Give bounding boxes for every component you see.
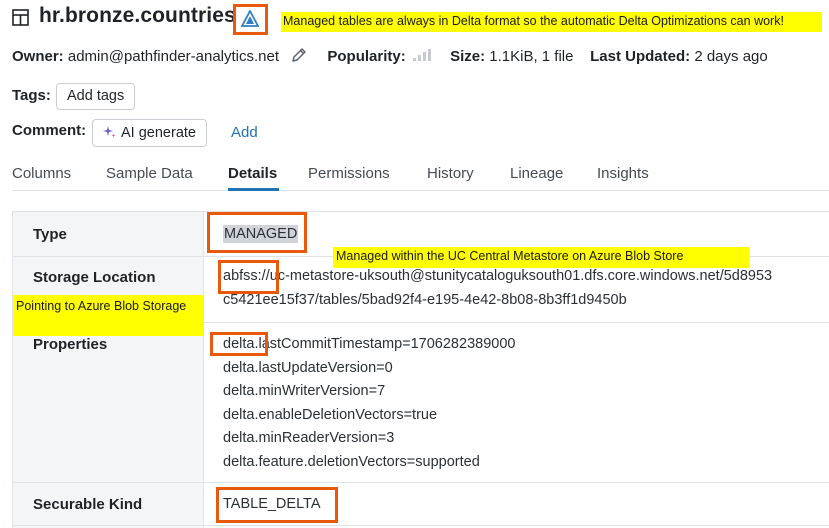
delta-prefix-highlight-box bbox=[210, 332, 268, 356]
row-divider bbox=[13, 482, 829, 483]
tab-permissions[interactable]: Permissions bbox=[308, 165, 390, 182]
table-delta-highlight-box bbox=[216, 487, 338, 523]
last-updated-label: Last Updated: bbox=[590, 48, 691, 65]
securable-kind-label: Securable Kind bbox=[33, 496, 143, 513]
storage-location-line-2: c5421ee15f37/tables/5bad92f4-e195-4e42-8… bbox=[223, 292, 627, 308]
storage-location-label: Storage Location bbox=[33, 269, 156, 286]
page-title: hr.bronze.countries bbox=[39, 4, 236, 27]
tabs-divider bbox=[12, 190, 829, 191]
size-value: 1.1KiB, 1 file bbox=[489, 48, 574, 65]
abfss-highlight-box bbox=[218, 260, 279, 294]
active-tab-indicator bbox=[228, 188, 279, 191]
ai-generate-button[interactable]: AI generate bbox=[92, 119, 207, 147]
storage-location-line-1: abfss://uc-metastore-uksouth@stunitycata… bbox=[223, 268, 773, 284]
tab-sample-data[interactable]: Sample Data bbox=[106, 165, 193, 182]
row-divider bbox=[13, 525, 829, 526]
tab-columns[interactable]: Columns bbox=[12, 165, 71, 182]
annotation-note-delta: Managed tables are always in Delta forma… bbox=[281, 12, 822, 32]
pencil-edit-icon[interactable] bbox=[291, 47, 307, 63]
tab-history[interactable]: History bbox=[427, 165, 474, 182]
ai-generate-label: AI generate bbox=[121, 125, 196, 141]
sparkle-icon bbox=[103, 126, 116, 138]
property-item: delta.lastUpdateVersion=0 bbox=[223, 360, 393, 376]
size-label: Size: bbox=[450, 48, 486, 65]
property-item: delta.minReaderVersion=3 bbox=[223, 430, 395, 446]
annotation-note-metastore: Managed within the UC Central Metastore … bbox=[333, 247, 749, 268]
popularity-bars-icon bbox=[412, 49, 431, 61]
table-meta-row: Owner: admin@pathfinder-analytics.net Po… bbox=[12, 47, 768, 65]
tab-lineage[interactable]: Lineage bbox=[510, 165, 563, 182]
table-icon bbox=[12, 9, 29, 26]
add-tags-button[interactable]: Add tags bbox=[56, 83, 136, 110]
tab-insights[interactable]: Insights bbox=[597, 165, 649, 182]
comment-label: Comment: bbox=[12, 122, 87, 139]
property-item: delta.feature.deletionVectors=supported bbox=[223, 454, 480, 470]
popularity-label: Popularity: bbox=[327, 48, 406, 65]
delta-icon bbox=[241, 10, 259, 27]
property-item: delta.enableDeletionVectors=true bbox=[223, 407, 438, 423]
owner-label: Owner: bbox=[12, 48, 64, 65]
owner-value: admin@pathfinder-analytics.net bbox=[67, 48, 280, 65]
last-updated-value: 2 days ago bbox=[694, 48, 768, 65]
managed-highlight-box bbox=[207, 212, 307, 253]
annotation-note-azure-storage: Pointing to Azure Blob Storage bbox=[13, 295, 204, 336]
add-comment-link[interactable]: Add bbox=[231, 124, 258, 141]
tab-details[interactable]: Details bbox=[228, 165, 277, 182]
property-item: delta.minWriterVersion=7 bbox=[223, 383, 386, 399]
properties-label: Properties bbox=[33, 336, 108, 353]
type-label: Type bbox=[33, 226, 67, 243]
tags-label: Tags: bbox=[12, 87, 51, 104]
